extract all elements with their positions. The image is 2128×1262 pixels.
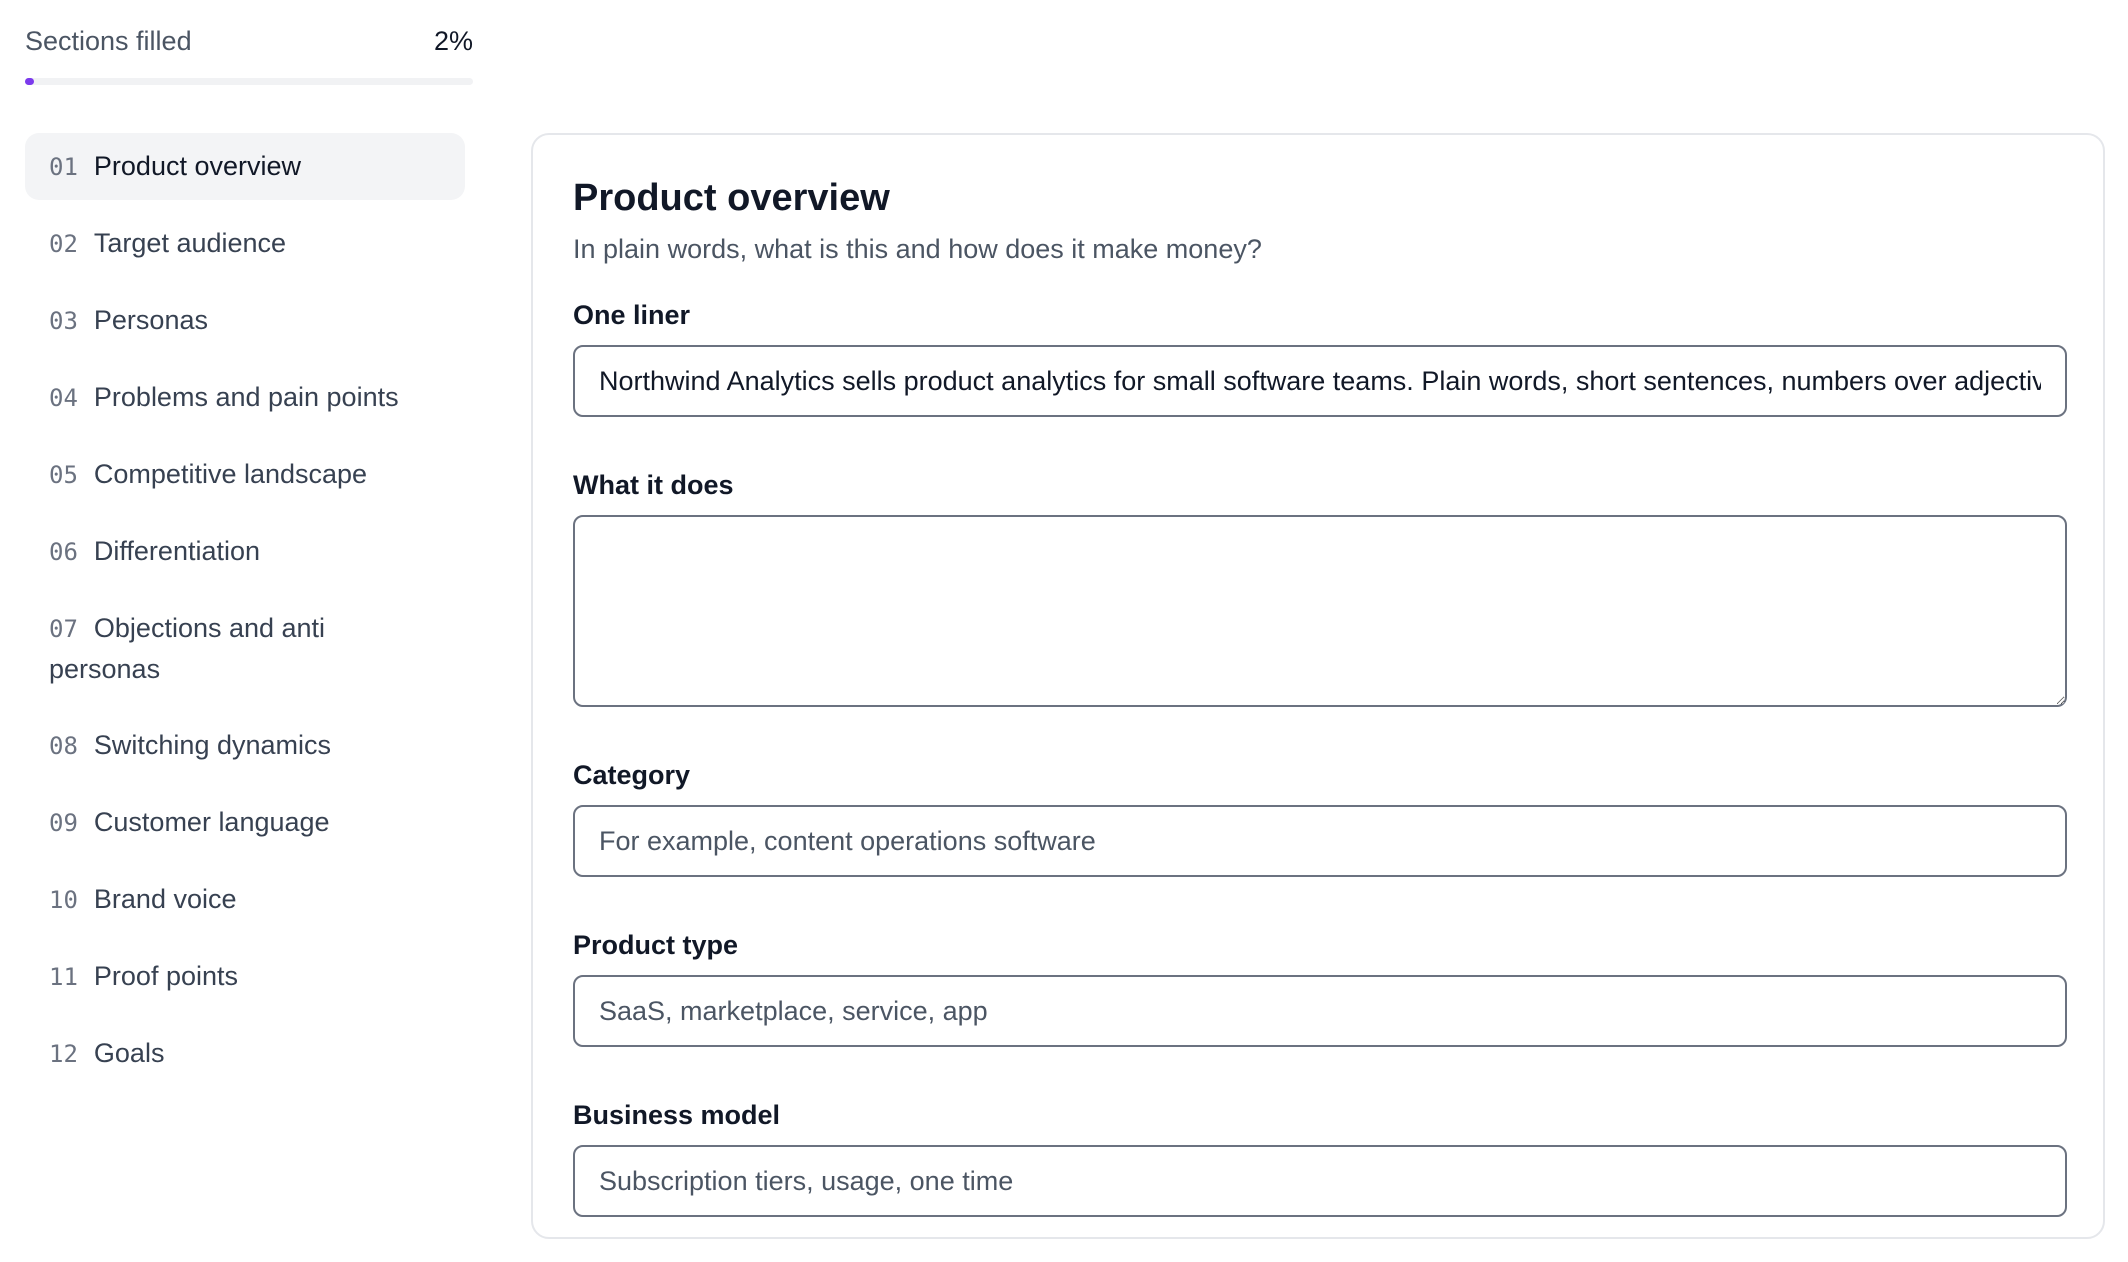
business-model-field-group: Business model <box>573 1095 2067 1217</box>
nav-item-differentiation[interactable]: 06 Differentiation <box>25 518 465 585</box>
progress-bar <box>25 78 473 85</box>
sidebar: Sections filled 2% 01 Product overview 02… <box>25 26 475 1097</box>
one-liner-label: One liner <box>573 300 691 330</box>
nav-item-number: 05 <box>49 461 78 489</box>
progress-bar-fill <box>25 78 34 85</box>
nav-item-number: 01 <box>49 153 78 181</box>
nav-item-switching-dynamics[interactable]: 08 Switching dynamics <box>25 712 465 779</box>
nav-item-number: 09 <box>49 809 78 837</box>
section-subtitle: In plain words, what is this and how doe… <box>573 234 1262 264</box>
nav-item-number: 07 <box>49 615 78 643</box>
what-it-does-label: What it does <box>573 470 734 500</box>
nav-item-label: Personas <box>93 305 208 335</box>
what-it-does-textarea[interactable] <box>573 515 2067 707</box>
product-type-field-group: Product type <box>573 925 2067 1047</box>
nav-item-brand-voice[interactable]: 10 Brand voice <box>25 866 465 933</box>
nav-item-number: 10 <box>49 886 78 914</box>
business-model-input[interactable] <box>573 1145 2067 1217</box>
progress-label: Sections filled <box>25 26 192 56</box>
nav-item-label: Proof points <box>93 961 238 991</box>
nav-item-label: Customer language <box>93 807 330 837</box>
nav-item-number: 02 <box>49 230 78 258</box>
nav-item-number: 08 <box>49 732 78 760</box>
nav-item-label: Product overview <box>93 151 301 181</box>
progress-percent: 2% <box>433 26 473 56</box>
nav-item-number: 06 <box>49 538 78 566</box>
nav-item-label: Problems and pain points <box>93 382 399 412</box>
nav-item-number: 12 <box>49 1040 78 1068</box>
nav-item-product-overview[interactable]: 01 Product overview <box>25 133 465 200</box>
nav-item-label: Goals <box>93 1038 165 1068</box>
section-form: Product overview In plain words, what is… <box>573 173 2067 1217</box>
section-title: Product overview <box>573 177 890 219</box>
progress-header: Sections filled 2% <box>25 26 473 66</box>
nav-item-label: Differentiation <box>93 536 261 566</box>
nav-item-competitive-landscape[interactable]: 05 Competitive landscape <box>25 441 465 508</box>
category-label: Category <box>573 760 691 790</box>
product-type-input[interactable] <box>573 975 2067 1047</box>
nav-item-label: Switching dynamics <box>93 730 331 760</box>
business-model-label: Business model <box>573 1100 781 1130</box>
category-input[interactable] <box>573 805 2067 877</box>
section-nav: 01 Product overview 02 Target audience 03 P… <box>25 133 465 1087</box>
category-field-group: Category <box>573 755 2067 877</box>
nav-item-problems-and-pain-points[interactable]: 04 Problems and pain points <box>25 364 465 431</box>
product-type-label: Product type <box>573 930 739 960</box>
one-liner-input[interactable] <box>573 345 2067 417</box>
nav-item-label: Competitive landscape <box>93 459 368 489</box>
nav-item-number: 04 <box>49 384 78 412</box>
page: Sections filled 2% 01 Product overview 02… <box>0 0 2128 1262</box>
nav-item-personas[interactable]: 03 Personas <box>25 287 465 354</box>
nav-item-label: Brand voice <box>93 884 237 914</box>
nav-item-number: 03 <box>49 307 78 335</box>
nav-item-target-audience[interactable]: 02 Target audience <box>25 210 465 277</box>
nav-item-label: Target audience <box>93 228 287 258</box>
nav-item-customer-language[interactable]: 09 Customer language <box>25 789 465 856</box>
nav-item-label: Objections and anti personas <box>49 613 326 684</box>
one-liner-field-group: One liner <box>573 295 2067 417</box>
nav-item-goals[interactable]: 12 Goals <box>25 1020 465 1087</box>
nav-item-proof-points[interactable]: 11 Proof points <box>25 943 465 1010</box>
what-it-does-field-group: What it does <box>573 465 2067 707</box>
section-panel: Product overview In plain words, what is… <box>531 133 2105 1239</box>
nav-item-objections-and-anti-personas[interactable]: 07 Objections and anti personas <box>25 595 355 702</box>
nav-item-number: 11 <box>49 963 78 991</box>
